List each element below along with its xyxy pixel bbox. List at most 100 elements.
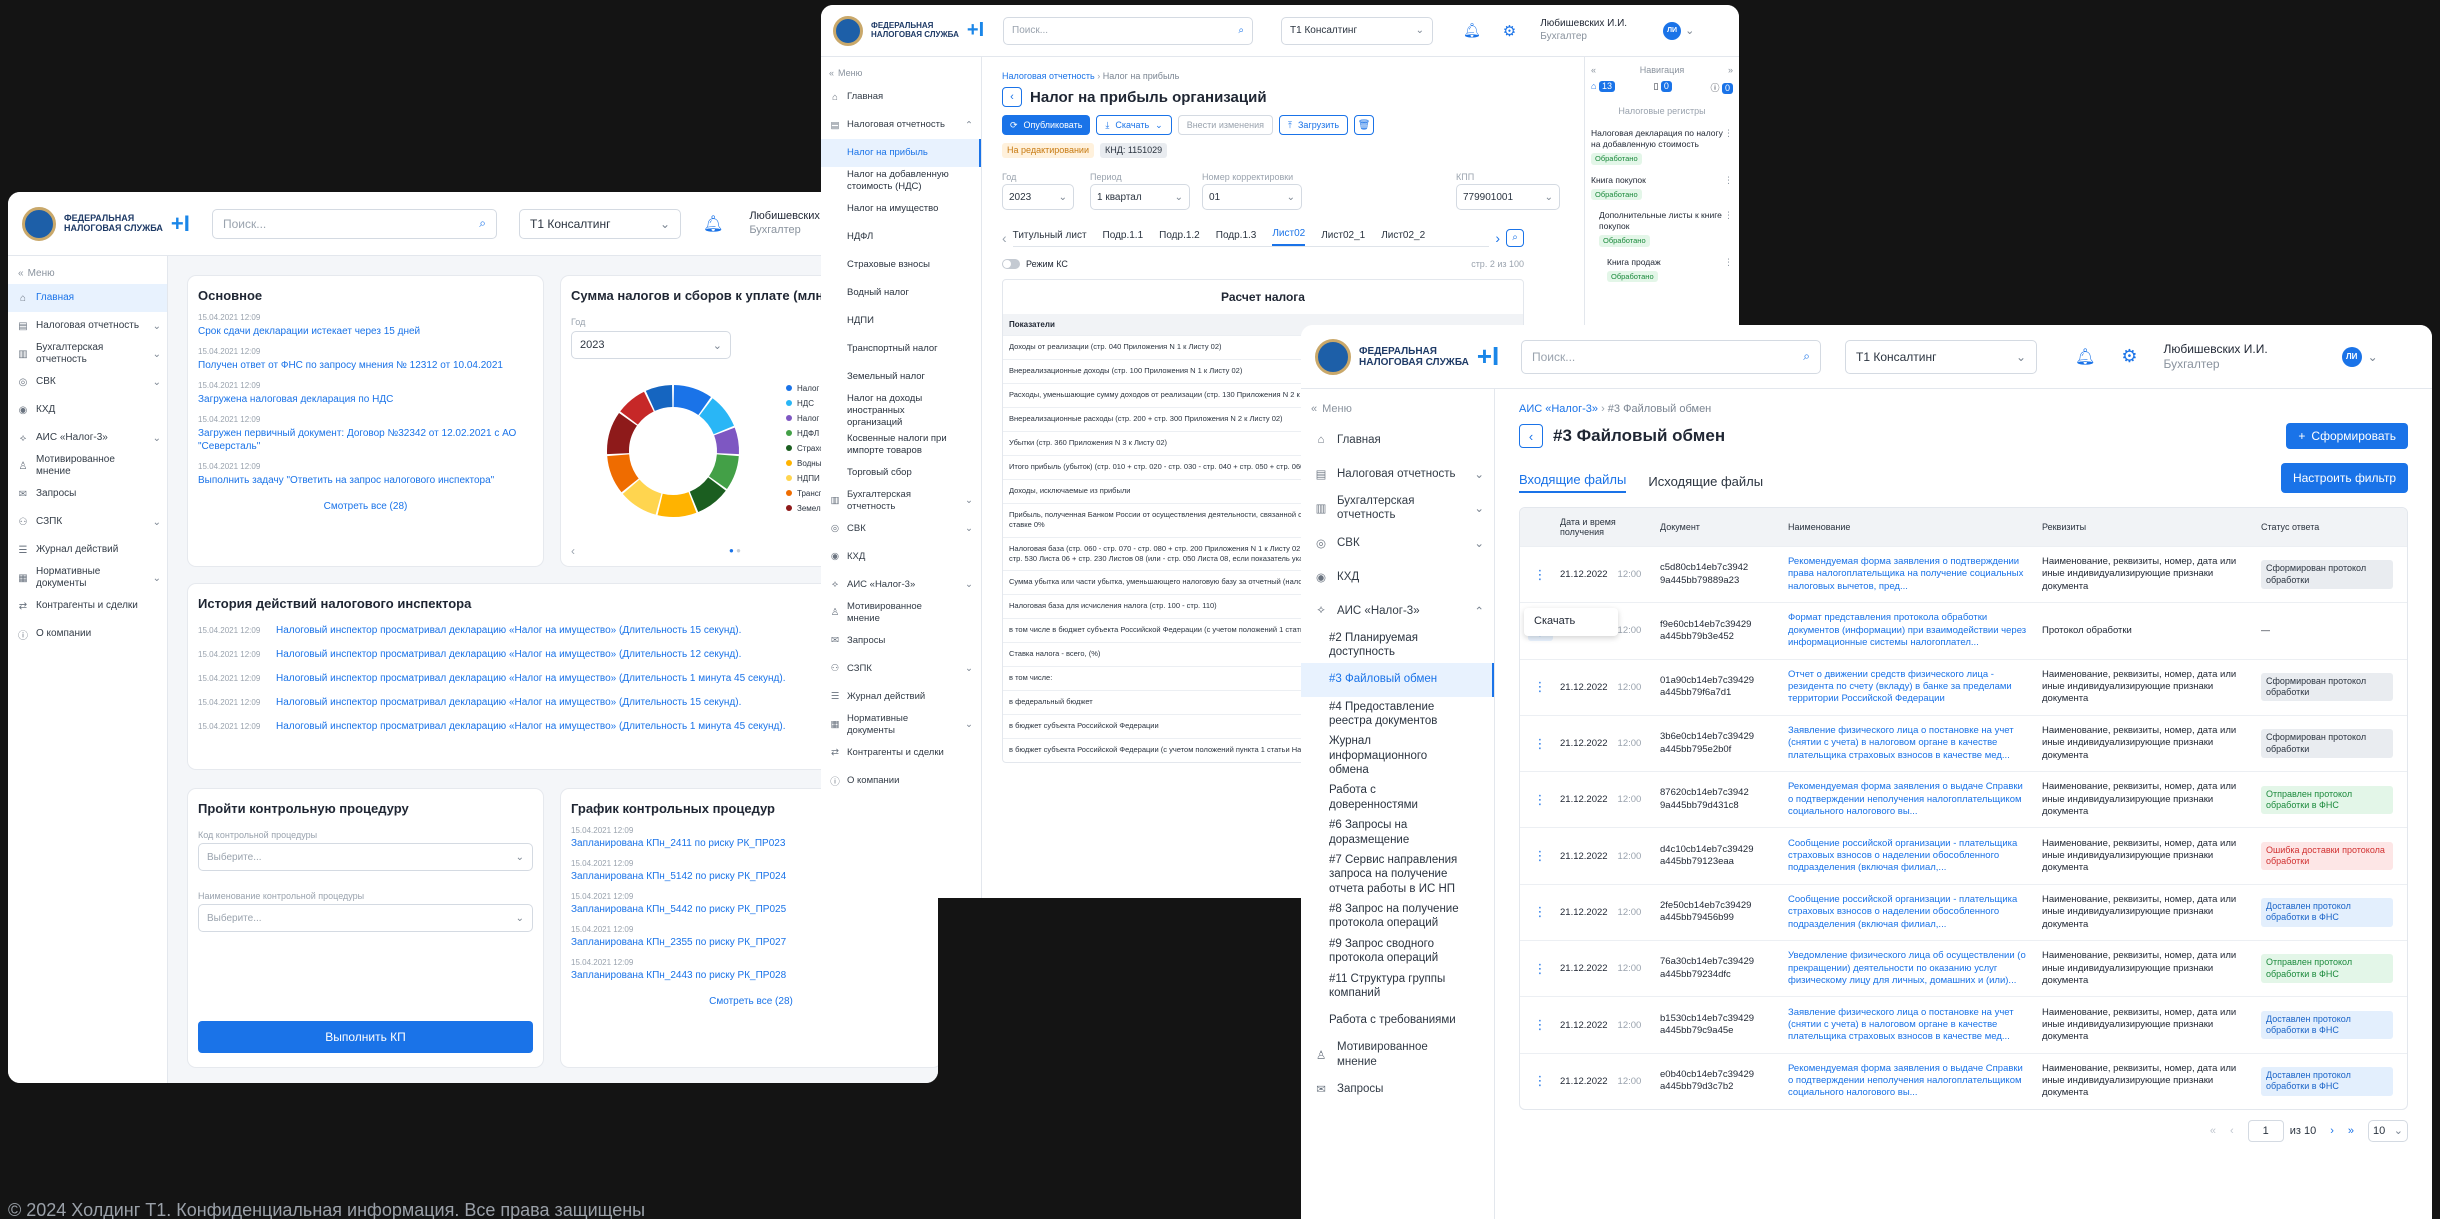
gear-icon[interactable]: ⚙ <box>1503 22 1516 40</box>
row-name[interactable]: Сообщение российской организации - плате… <box>1788 894 2042 931</box>
row-name[interactable]: Сообщение российской организации - плате… <box>1788 838 2042 875</box>
sidebar-item[interactable]: ⌂ Главная <box>821 83 981 111</box>
nav-item[interactable]: Дополнительные листы к книге покупок Обра… <box>1591 210 1733 247</box>
sidebar-item[interactable]: #11 Структура группы компаний <box>1301 969 1494 1004</box>
nav-tab-tree[interactable]: ⌂ 13 <box>1591 81 1615 94</box>
chevron-down-icon[interactable]: ⌄ <box>1685 24 1694 37</box>
sheet-tab[interactable]: Лист02 <box>1272 228 1306 247</box>
table-row[interactable]: ⋮21.12.202212:00f9e60cb14eb7c39429 a445b… <box>1520 602 2407 658</box>
sidebar-item[interactable]: ⓘ О компании <box>821 767 981 795</box>
run-kp-button[interactable]: Выполнить КП <box>198 1021 533 1053</box>
table-row[interactable]: ⋮ 21.12.2022 12:00 01a90cb14eb7c39429 a445b… <box>1520 658 2407 715</box>
sidebar-item[interactable]: ◎ СВК ⌄ <box>821 515 981 543</box>
gear-icon[interactable]: ⚙ <box>2121 346 2137 367</box>
table-row[interactable]: ⋮ 21.12.2022 12:00 76a30cb14eb7c39429 a445b… <box>1520 940 2407 996</box>
sidebar-item[interactable]: ▤ Налоговая отчетность ⌄ <box>8 312 167 340</box>
sidebar-item[interactable]: Журнал информационного обмена <box>1301 731 1494 780</box>
sidebar-item[interactable]: ▦ Нормативные документы ⌄ <box>821 711 981 739</box>
sidebar-item[interactable]: ⟡ АИС «Налог-3» ⌃ <box>1301 594 1494 628</box>
table-row[interactable]: ⋮ 21.12.2022 12:00 d4c10cb14eb7c39429 a445b… <box>1520 827 2407 883</box>
trash-icon[interactable]: 🗑︎ <box>1354 115 1375 135</box>
sidebar-item[interactable]: ▥ Бухгалтерская отчетность ⌄ <box>8 340 167 368</box>
download-button[interactable]: ⤓ Скачать ⌄ <box>1096 115 1172 135</box>
kpp-select[interactable]: 779901001 ⌄ <box>1456 184 1560 211</box>
last-page-icon[interactable]: » <box>2348 1125 2354 1137</box>
sidebar-item[interactable]: ☰ Журнал действий <box>8 536 167 564</box>
sheet-tab[interactable]: Лист02_2 <box>1381 230 1425 246</box>
row-name[interactable]: Рекомендуемая форма заявления о выдаче С… <box>1788 1063 2042 1100</box>
sidebar-item[interactable]: Косвенные налоги при импорте товаров <box>821 431 981 459</box>
sidebar-item[interactable]: Водный налог <box>821 279 981 307</box>
sidebar-item[interactable]: #7 Сервис направления запроса на получен… <box>1301 850 1494 899</box>
nav-tab-book[interactable]: ▯ 0 <box>1653 81 1672 94</box>
sidebar-item[interactable]: ▥ Бухгалтерская отчетность ⌄ <box>1301 491 1494 526</box>
row-name[interactable]: Рекомендуемая форма заявления о выдаче С… <box>1788 781 2042 818</box>
company-select[interactable]: Т1 Консалтинг ⌄ <box>519 208 681 239</box>
sidebar-item[interactable]: ⓘ О компании <box>8 620 167 648</box>
sidebar-item[interactable]: ⚇ СЗПК ⌄ <box>821 655 981 683</box>
publish-button[interactable]: ⟳ Опубликовать <box>1002 115 1091 135</box>
more-icon[interactable]: ⋮ <box>1724 128 1733 164</box>
sidebar-item[interactable]: ☰ Журнал действий <box>821 683 981 711</box>
schedule-link[interactable]: Запланирована КПн_2443 по риску РК_ПР028 <box>571 970 931 981</box>
upload-button[interactable]: ⤒ Загрузить <box>1279 115 1349 135</box>
sidebar-item[interactable]: Налог на имущество <box>821 195 981 223</box>
sidebar-item[interactable]: Земельный налог <box>821 363 981 391</box>
sheet-tab[interactable]: Подр.1.3 <box>1216 230 1257 246</box>
bell-icon[interactable]: 🔔︎ <box>2075 347 2095 367</box>
filter-button[interactable]: Настроить фильтр <box>2280 463 2408 493</box>
sidebar-item[interactable]: Налог на добавленную стоимость (НДС) <box>821 167 981 195</box>
sidebar-item[interactable]: ✉ Запросы <box>821 627 981 655</box>
company-select[interactable]: Т1 Консалтинг ⌄ <box>1281 16 1433 45</box>
row-name[interactable]: Уведомление физического лица об осуществ… <box>1788 950 2042 987</box>
next-page-icon[interactable]: › <box>2330 1125 2334 1137</box>
sheet-tab[interactable]: Лист02_1 <box>1321 230 1365 246</box>
sidebar-item[interactable]: #6 Запросы на доразмещение <box>1301 815 1494 850</box>
sidebar-item[interactable]: ▤ Налоговая отчетность ⌃ <box>821 111 981 139</box>
nav-tab-info[interactable]: ⓘ 0 <box>1710 81 1733 95</box>
sidebar-item[interactable]: ◉ КХД <box>1301 560 1494 594</box>
sidebar-item[interactable]: ⚇ СЗПК ⌄ <box>8 508 167 536</box>
table-row[interactable]: ⋮ 21.12.2022 12:00 c5d80cb14eb7c3942 9a445b… <box>1520 546 2407 602</box>
history-link[interactable]: Налоговый инспектор просматривал деклара… <box>276 673 785 684</box>
year-select[interactable]: 2023 ⌄ <box>571 331 731 359</box>
more-icon[interactable]: ⋮ <box>1534 567 1547 583</box>
bell-icon[interactable]: 🔔︎ <box>703 214 723 234</box>
sidebar-item[interactable]: ⇄ Контрагенты и сделки <box>8 592 167 620</box>
sidebar-item[interactable]: #2 Планируемая доступность <box>1301 628 1494 663</box>
sidebar-item[interactable]: ◎ СВК ⌄ <box>8 368 167 396</box>
event-link[interactable]: Срок сдачи декларации истекает через 15 … <box>198 325 533 338</box>
more-icon[interactable]: ⋮ <box>1534 1073 1547 1089</box>
tab-incoming[interactable]: Входящие файлы <box>1519 472 1627 493</box>
page-input[interactable]: 1 <box>2247 1119 2284 1142</box>
row-name[interactable]: Рекомендуемая форма заявления о подтверж… <box>1788 556 2042 593</box>
history-link[interactable]: Налоговый инспектор просматривал деклара… <box>276 721 785 732</box>
menu-toggle[interactable]: «Меню <box>8 262 167 284</box>
row-name[interactable]: Формат представления протокола обработки… <box>1788 612 2042 649</box>
sidebar-item[interactable]: Торговый сбор <box>821 459 981 487</box>
sidebar-item[interactable]: ▦ Нормативные документы ⌄ <box>8 564 167 592</box>
sheet-tab[interactable]: Подр.1.2 <box>1159 230 1200 246</box>
per-page-select[interactable]: 10 ⌄ <box>2368 1119 2408 1142</box>
sidebar-item[interactable]: ♙ Мотивированное мнение <box>821 599 981 627</box>
avatar[interactable]: ЛИ <box>1663 21 1682 40</box>
next-tab-icon[interactable]: › <box>1495 230 1500 246</box>
event-link[interactable]: Выполнить задачу "Ответить на запрос нал… <box>198 474 533 487</box>
schedule-link[interactable]: Запланирована КПн_5442 по риску РК_ПР025 <box>571 904 931 915</box>
user-info[interactable]: Любишевских И.И. Бухгалтер <box>2163 342 2267 372</box>
tab-outgoing[interactable]: Исходящие файлы <box>1648 474 1763 493</box>
prev-page-icon[interactable]: ‹ <box>2230 1125 2234 1137</box>
more-icon[interactable]: ⋮ <box>1534 1017 1547 1033</box>
sidebar-item[interactable]: ⟡ АИС «Налог-3» ⌄ <box>821 571 981 599</box>
sidebar-item[interactable]: Страховые взносы <box>821 251 981 279</box>
menu-toggle[interactable]: «Меню <box>821 63 981 83</box>
sidebar-item[interactable]: #8 Запрос на получение протокола операци… <box>1301 899 1494 934</box>
history-link[interactable]: Налоговый инспектор просматривал деклара… <box>276 697 741 708</box>
first-page-icon[interactable]: « <box>2210 1125 2216 1137</box>
sidebar-item[interactable]: ⟡ АИС «Налог-3» ⌄ <box>8 424 167 452</box>
history-link[interactable]: Налоговый инспектор просматривал деклара… <box>276 625 741 636</box>
table-row[interactable]: ⋮ 21.12.2022 12:00 2fe50cb14eb7c39429 a445b… <box>1520 883 2407 940</box>
nav-item[interactable]: Налоговая декларация по налогу на добавл… <box>1591 128 1733 165</box>
control-name-select[interactable]: Выберите... ⌄ <box>198 904 533 932</box>
sidebar-item[interactable]: ⌂ Главная <box>1301 423 1494 457</box>
